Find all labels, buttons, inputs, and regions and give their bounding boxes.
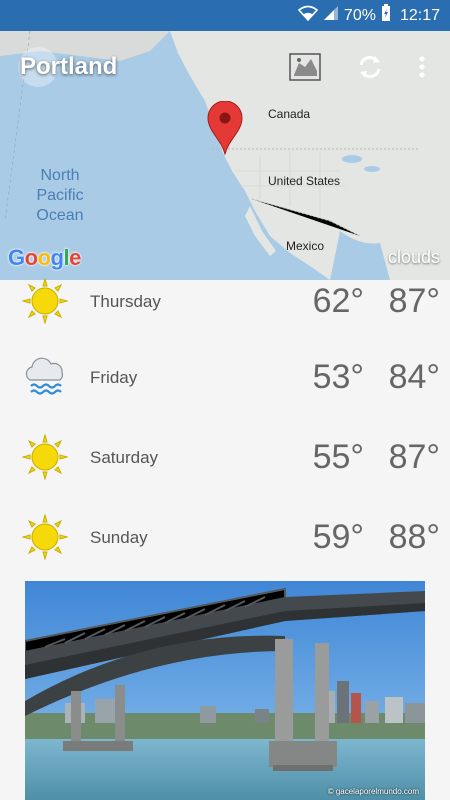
label-canada: Canada bbox=[268, 107, 311, 121]
signal-icon bbox=[323, 5, 339, 26]
map-toggle-icon[interactable] bbox=[287, 49, 323, 85]
day-label: Thursday bbox=[90, 292, 161, 311]
status-bar: 70% 12:17 bbox=[0, 0, 450, 31]
location-map[interactable]: Portland Canada United States Mexico Nor… bbox=[0, 31, 450, 280]
more-options-icon[interactable] bbox=[404, 49, 440, 85]
refresh-icon[interactable] bbox=[352, 49, 388, 85]
sun-icon bbox=[21, 277, 69, 325]
low-temp: 59° bbox=[312, 518, 364, 556]
forecast-list: Thursday 62° 87° Friday 53° 84° Saturday… bbox=[0, 277, 450, 600]
forecast-row[interactable]: Saturday 55° 87° bbox=[0, 433, 450, 520]
high-temp: 87° bbox=[388, 282, 440, 320]
city-photo: © gacelaporelmundo.com bbox=[25, 581, 425, 800]
sun-icon bbox=[21, 433, 69, 481]
day-label: Saturday bbox=[90, 448, 159, 467]
high-temp: 84° bbox=[388, 358, 440, 396]
battery-icon bbox=[381, 4, 391, 27]
high-temp: 87° bbox=[388, 438, 440, 476]
status-icons: 70% 12:17 bbox=[297, 4, 440, 27]
high-temp: 88° bbox=[388, 518, 440, 556]
bridge-photo-illustration bbox=[25, 581, 425, 800]
sun-icon bbox=[21, 513, 69, 561]
battery-label: 70% bbox=[343, 6, 376, 24]
forecast-row[interactable]: Thursday 62° 87° bbox=[0, 277, 450, 325]
condition-label: clouds bbox=[387, 247, 440, 267]
day-label: Sunday bbox=[90, 528, 148, 547]
low-temp: 62° bbox=[312, 282, 364, 320]
label-mexico: Mexico bbox=[286, 239, 325, 253]
low-temp: 55° bbox=[312, 438, 364, 476]
google-logo: Google bbox=[8, 245, 81, 270]
clock: 12:17 bbox=[399, 6, 440, 24]
city-title: Portland bbox=[20, 53, 118, 80]
photo-credit: © gacelaporelmundo.com bbox=[327, 787, 419, 796]
low-temp: 53° bbox=[312, 358, 364, 396]
location-pin-icon[interactable] bbox=[207, 100, 243, 160]
label-ocean: North Pacific Ocean bbox=[36, 167, 84, 224]
label-united-states: United States bbox=[268, 174, 341, 188]
day-label: Friday bbox=[90, 368, 138, 387]
wifi-icon bbox=[297, 5, 319, 26]
rain-cloud-icon bbox=[22, 354, 68, 400]
forecast-row[interactable]: Friday 53° 84° bbox=[0, 357, 450, 440]
